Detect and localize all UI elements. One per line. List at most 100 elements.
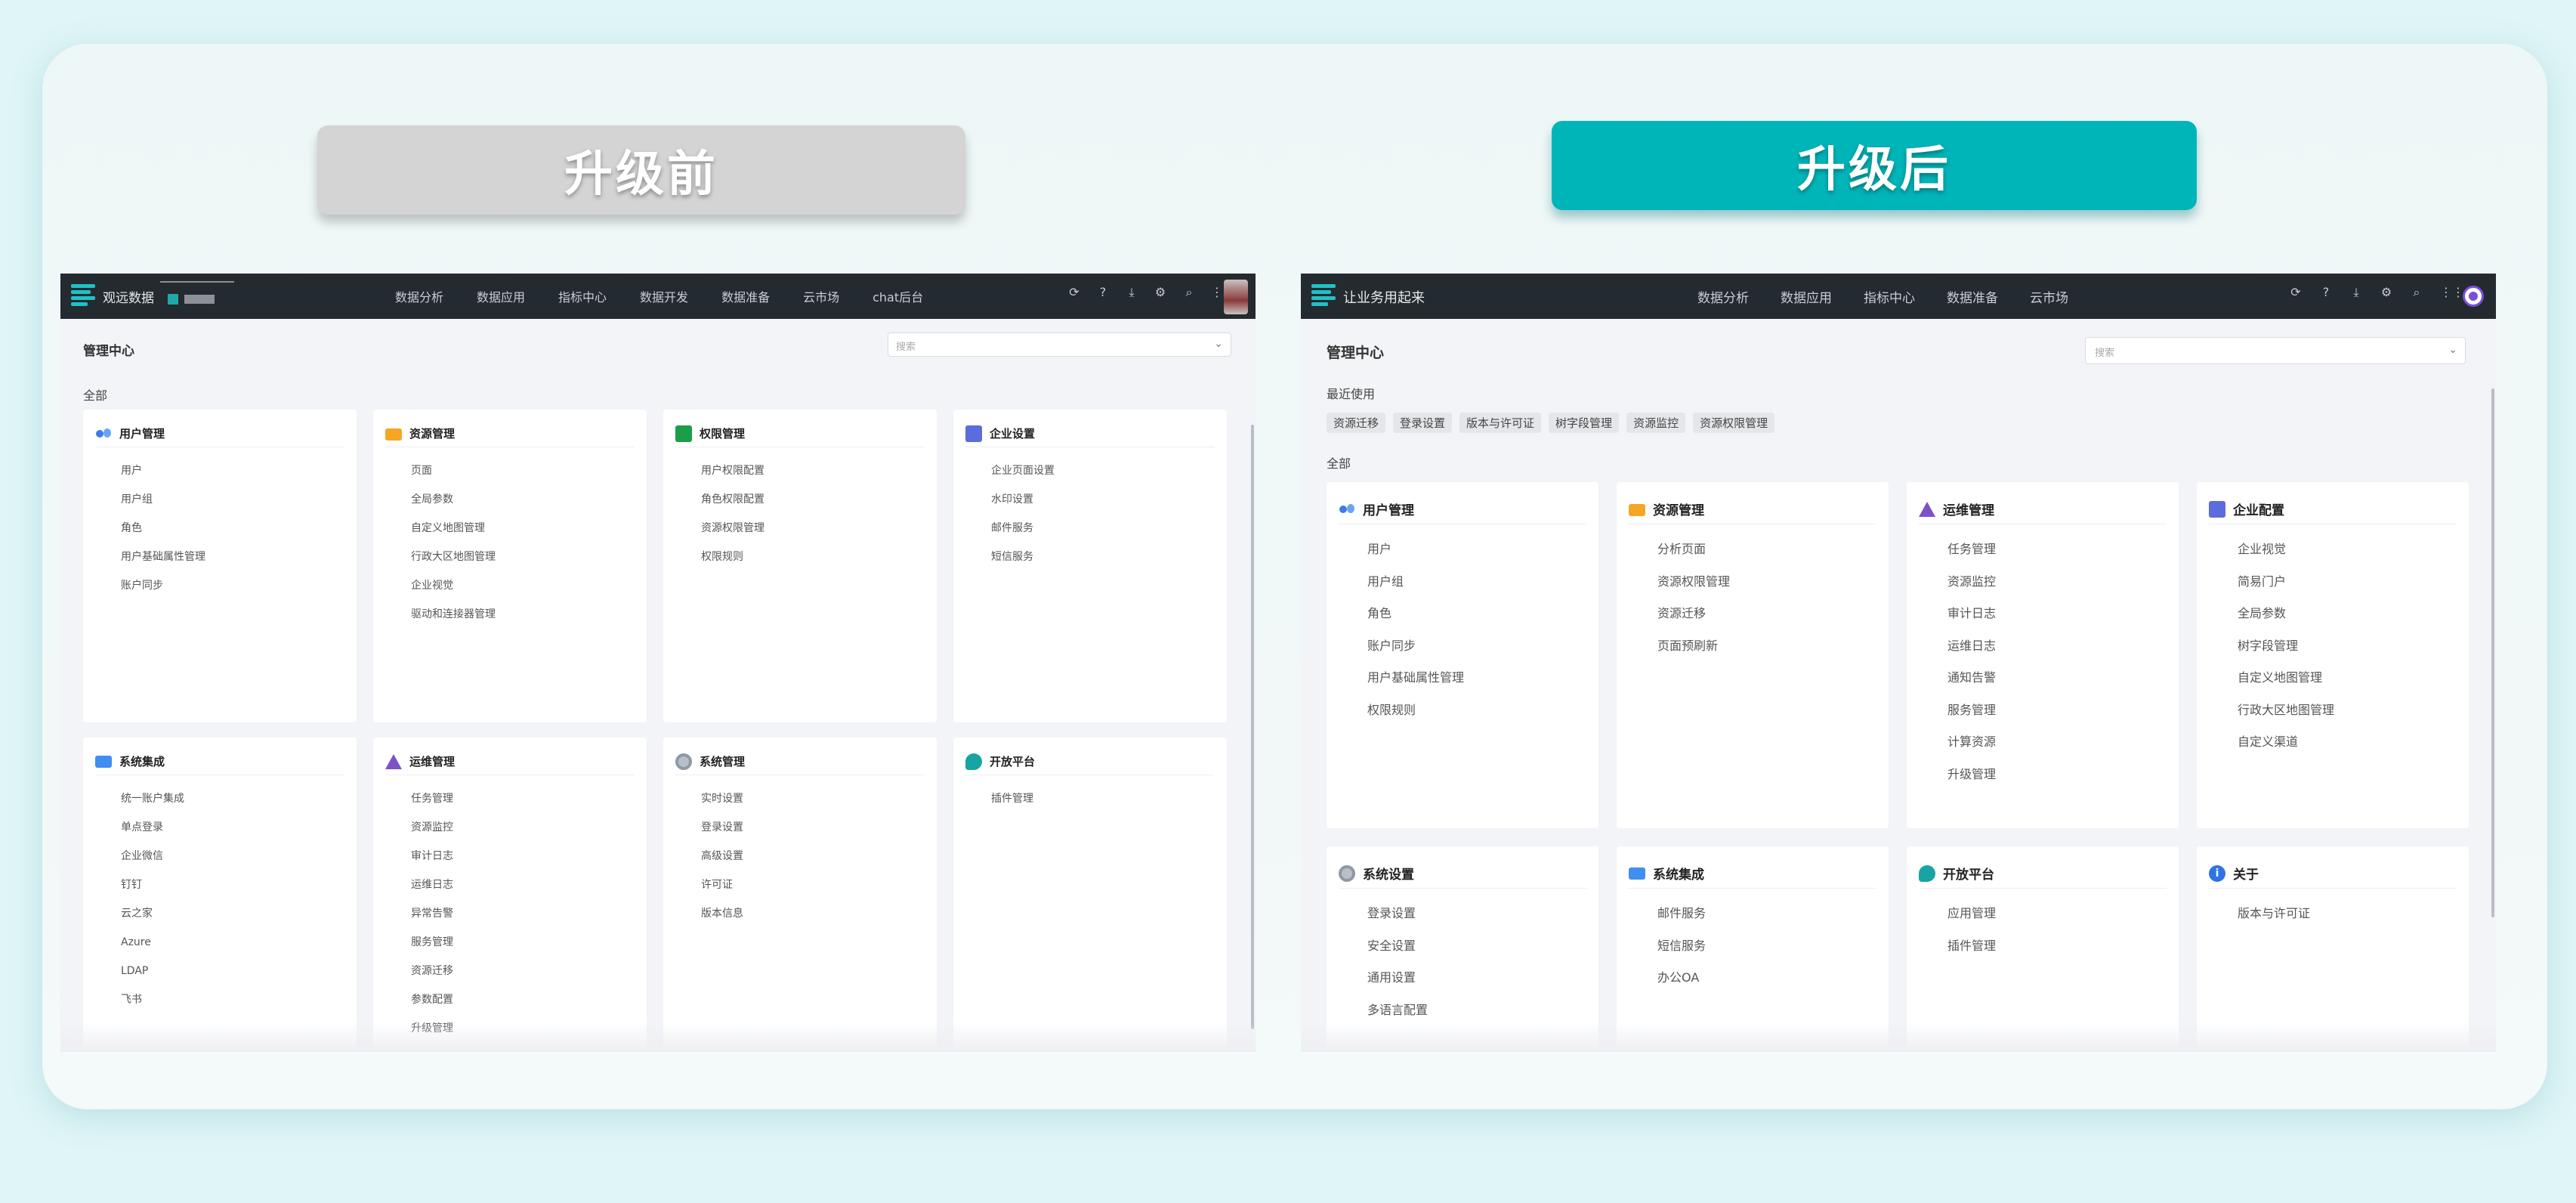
- menu-link[interactable]: 插件管理: [1947, 930, 1996, 963]
- menu-link[interactable]: 任务管理: [411, 784, 453, 813]
- menu-link[interactable]: 审计日志: [411, 842, 453, 871]
- menu-link[interactable]: 审计日志: [1947, 598, 1996, 630]
- nav-item[interactable]: 数据准备: [721, 287, 770, 305]
- menu-link[interactable]: 分析页面: [1657, 533, 1730, 566]
- menu-link[interactable]: 升级管理: [1947, 759, 1996, 791]
- menu-link[interactable]: 登录设置: [701, 813, 743, 842]
- menu-link[interactable]: 钉钉: [121, 871, 184, 899]
- menu-link[interactable]: Azure: [121, 928, 184, 957]
- recent-tag[interactable]: 树字段管理: [1549, 413, 1620, 433]
- menu-link[interactable]: 企业视觉: [411, 571, 496, 600]
- nav-item[interactable]: 指标中心: [1864, 287, 1915, 306]
- nav-item[interactable]: 指标中心: [558, 287, 607, 305]
- recent-tag[interactable]: 版本与许可证: [1459, 413, 1542, 433]
- menu-link[interactable]: 任务管理: [1947, 533, 1996, 566]
- search-icon[interactable]: ⌕: [2410, 286, 2423, 299]
- nav-item[interactable]: 数据应用: [1781, 287, 1832, 306]
- menu-link[interactable]: 全局参数: [2238, 598, 2334, 630]
- menu-link[interactable]: 账户同步: [1367, 630, 1464, 663]
- menu-link[interactable]: 行政大区地图管理: [411, 543, 496, 571]
- menu-link[interactable]: 自定义渠道: [2238, 726, 2334, 759]
- recent-tag[interactable]: 登录设置: [1393, 413, 1453, 433]
- menu-link[interactable]: 资源权限管理: [1657, 566, 1730, 598]
- menu-link[interactable]: 版本与许可证: [2238, 898, 2310, 930]
- menu-link[interactable]: 权限规则: [701, 543, 764, 571]
- gear-icon[interactable]: ⚙: [2380, 286, 2393, 299]
- avatar[interactable]: [1224, 280, 1248, 314]
- menu-link[interactable]: 短信服务: [1657, 930, 1706, 963]
- menu-link[interactable]: 通用设置: [1367, 962, 1428, 994]
- menu-link[interactable]: 资源监控: [411, 813, 453, 842]
- gear-icon[interactable]: ⚙: [1154, 286, 1167, 299]
- menu-link[interactable]: 高级设置: [701, 842, 743, 871]
- nav-item[interactable]: 数据分析: [395, 287, 443, 305]
- menu-link[interactable]: 用户: [1367, 533, 1464, 566]
- menu-link[interactable]: 资源权限管理: [701, 514, 764, 543]
- menu-link[interactable]: 参数配置: [411, 985, 453, 1014]
- menu-link[interactable]: 统一账户集成: [121, 784, 184, 813]
- sync-icon[interactable]: ⟳: [1067, 286, 1081, 299]
- menu-link[interactable]: 企业页面设置: [991, 456, 1055, 485]
- workspace-switcher[interactable]: [160, 281, 234, 311]
- menu-link[interactable]: 用户: [121, 456, 205, 485]
- menu-link[interactable]: 许可证: [701, 871, 743, 899]
- menu-link[interactable]: 云之家: [121, 899, 184, 928]
- scrollbar[interactable]: [1251, 425, 1254, 1029]
- menu-link[interactable]: 行政大区地图管理: [2238, 694, 2334, 727]
- avatar[interactable]: [2463, 286, 2484, 307]
- menu-link[interactable]: 单点登录: [121, 813, 184, 842]
- menu-link[interactable]: 全局参数: [411, 485, 496, 514]
- logo-icon[interactable]: [71, 284, 95, 308]
- menu-link[interactable]: 服务管理: [1947, 694, 1996, 727]
- sync-icon[interactable]: ⟳: [2289, 286, 2303, 299]
- menu-link[interactable]: 版本信息: [701, 899, 743, 928]
- nav-item[interactable]: 数据开发: [640, 287, 688, 305]
- menu-link[interactable]: 服务管理: [411, 928, 453, 957]
- menu-link[interactable]: 页面预刷新: [1657, 630, 1730, 663]
- search-icon[interactable]: ⌕: [1182, 286, 1196, 299]
- menu-link[interactable]: LDAP: [121, 957, 184, 985]
- nav-item[interactable]: 云市场: [803, 287, 839, 305]
- download-icon[interactable]: ⤓: [2349, 286, 2363, 299]
- apps-grid-icon[interactable]: ⋮⋮: [1211, 286, 1235, 299]
- menu-link[interactable]: 权限规则: [1367, 694, 1464, 727]
- menu-link[interactable]: 异常告警: [411, 899, 453, 928]
- menu-link[interactable]: 运维日志: [411, 871, 453, 899]
- help-icon[interactable]: ?: [1096, 286, 1110, 299]
- menu-link[interactable]: 办公OA: [1657, 962, 1706, 994]
- menu-link[interactable]: 邮件服务: [1657, 898, 1706, 930]
- menu-link[interactable]: 用户基础属性管理: [1367, 662, 1464, 694]
- recent-tag[interactable]: 资源迁移: [1327, 413, 1386, 433]
- menu-link[interactable]: 登录设置: [1367, 898, 1428, 930]
- menu-link[interactable]: 资源迁移: [1657, 598, 1730, 630]
- nav-item[interactable]: 数据分析: [1697, 287, 1749, 306]
- menu-link[interactable]: 安全设置: [1367, 930, 1428, 963]
- menu-link[interactable]: 页面: [411, 456, 496, 485]
- menu-link[interactable]: 资源监控: [1947, 566, 1996, 598]
- menu-link[interactable]: 角色: [1367, 598, 1464, 630]
- menu-link[interactable]: 企业视觉: [2238, 533, 2334, 566]
- menu-link[interactable]: 应用管理: [1947, 898, 1996, 930]
- menu-link[interactable]: 树字段管理: [2238, 630, 2334, 663]
- menu-link[interactable]: 角色: [121, 514, 205, 543]
- menu-link[interactable]: 实时设置: [701, 784, 743, 813]
- nav-item[interactable]: 云市场: [2030, 287, 2068, 306]
- menu-link[interactable]: 水印设置: [991, 485, 1055, 514]
- nav-item[interactable]: 数据应用: [477, 287, 525, 305]
- recent-tag[interactable]: 资源监控: [1626, 413, 1686, 433]
- menu-link[interactable]: 资源迁移: [411, 957, 453, 985]
- menu-link[interactable]: 账户同步: [121, 571, 205, 600]
- menu-link[interactable]: 自定义地图管理: [411, 514, 496, 543]
- menu-link[interactable]: 通知告警: [1947, 662, 1996, 694]
- apps-grid-icon[interactable]: ⋮⋮: [2440, 286, 2464, 299]
- nav-item[interactable]: chat后台: [873, 287, 923, 305]
- menu-link[interactable]: 用户组: [1367, 566, 1464, 598]
- menu-link[interactable]: 用户基础属性管理: [121, 543, 205, 571]
- menu-link[interactable]: 角色权限配置: [701, 485, 764, 514]
- menu-link[interactable]: 计算资源: [1947, 726, 1996, 759]
- scrollbar[interactable]: [2491, 388, 2494, 917]
- menu-link[interactable]: 短信服务: [991, 543, 1055, 571]
- menu-link[interactable]: 用户组: [121, 485, 205, 514]
- menu-link[interactable]: 企业微信: [121, 842, 184, 871]
- menu-link[interactable]: 运维日志: [1947, 630, 1996, 663]
